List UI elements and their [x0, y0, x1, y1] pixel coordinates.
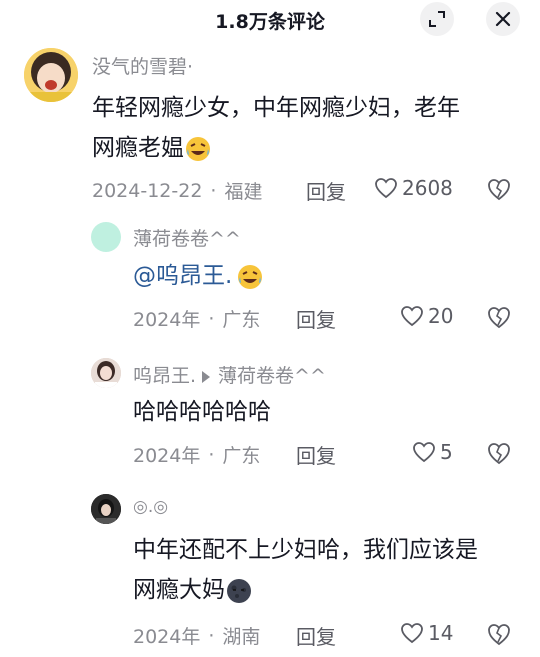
like-count: 2608: [402, 176, 453, 200]
mention-link[interactable]: @呜昂王.: [133, 263, 232, 289]
dislike-icon[interactable]: [486, 305, 512, 329]
comment-text-line: 中年还配不上少妇哈，我们应该是: [133, 537, 478, 563]
reply-button[interactable]: 回复: [296, 304, 336, 333]
like-button[interactable]: 20: [400, 304, 453, 328]
dislike-icon[interactable]: [486, 441, 512, 465]
comment-date: 2024年: [133, 309, 201, 331]
new-moon-face-emoji: [227, 578, 251, 603]
dislike-icon[interactable]: [486, 622, 512, 646]
reply-button[interactable]: 回复: [296, 440, 336, 469]
close-button[interactable]: [486, 2, 520, 36]
laughing-crying-emoji: [186, 136, 210, 161]
like-button[interactable]: 14: [400, 621, 453, 645]
comment-text-line: 年轻网瘾少女，中年网瘾少妇，老年: [92, 95, 460, 121]
heart-icon: [413, 442, 435, 463]
meta-separator: ·: [208, 443, 215, 466]
comment-meta: 2024年 · 广东: [133, 305, 260, 332]
reply-to-author[interactable]: 薄荷卷卷^^: [218, 365, 326, 387]
comment-meta: 2024年 · 广东: [133, 441, 260, 468]
heart-icon: [401, 306, 423, 327]
close-icon: [495, 11, 511, 27]
comment-date: 2024-12-22: [92, 179, 203, 202]
reply-arrow-icon: [202, 370, 211, 383]
expand-button[interactable]: [420, 2, 454, 36]
comment-text-segment: 网瘾老媪: [92, 135, 184, 161]
comment-author[interactable]: 呜昂王.: [133, 365, 196, 387]
comment-text: @呜昂王.: [133, 256, 264, 296]
comments-count-title: 1.8万条评论: [215, 11, 325, 33]
comment-date: 2024年: [133, 626, 201, 648]
dislike-icon[interactable]: [486, 177, 512, 201]
avatar[interactable]: [91, 358, 121, 388]
meta-separator: ·: [208, 624, 215, 647]
heart-icon: [401, 623, 423, 644]
reply-button[interactable]: 回复: [306, 176, 346, 205]
comment-text-segment: 网瘾大妈: [133, 577, 225, 603]
comment-author[interactable]: ◎.◎: [133, 497, 168, 517]
comment-date: 2024年: [133, 445, 201, 467]
comment-text-line: 网瘾老媪: [92, 128, 460, 168]
heart-icon: [375, 178, 397, 199]
like-count: 20: [428, 304, 454, 328]
avatar[interactable]: [91, 494, 121, 524]
expand-icon: [429, 11, 445, 27]
meta-separator: ·: [208, 307, 215, 330]
like-button[interactable]: 5: [412, 440, 453, 464]
comment-location: 福建: [224, 181, 263, 203]
comment-author[interactable]: 薄荷卷卷^^: [133, 224, 241, 251]
comment-text: 年轻网瘾少女，中年网瘾少妇，老年 网瘾老媪: [92, 88, 460, 168]
laughing-crying-emoji: [238, 264, 263, 289]
like-count: 14: [428, 621, 454, 645]
comment-author-line: 呜昂王. 薄荷卷卷^^: [133, 361, 326, 388]
reply-button[interactable]: 回复: [296, 621, 336, 650]
comment-location: 广东: [222, 445, 261, 467]
comment-text: 中年还配不上少妇哈，我们应该是 网瘾大妈: [133, 530, 478, 610]
avatar[interactable]: [24, 48, 78, 102]
comments-header: 1.8万条评论: [0, 0, 540, 40]
comment-author[interactable]: 没气的雪碧·: [92, 52, 193, 79]
comment-text: 哈哈哈哈哈哈: [133, 399, 271, 425]
meta-separator: ·: [210, 179, 217, 202]
comment-text-line: 网瘾大妈: [133, 570, 478, 610]
like-button[interactable]: 2608: [374, 176, 453, 200]
comment-meta: 2024-12-22 · 福建: [92, 177, 262, 204]
comment-location: 湖南: [222, 626, 261, 648]
comment-meta: 2024年 · 湖南: [133, 622, 260, 649]
like-count: 5: [440, 440, 453, 464]
avatar[interactable]: [91, 222, 121, 252]
comment-location: 广东: [222, 309, 261, 331]
